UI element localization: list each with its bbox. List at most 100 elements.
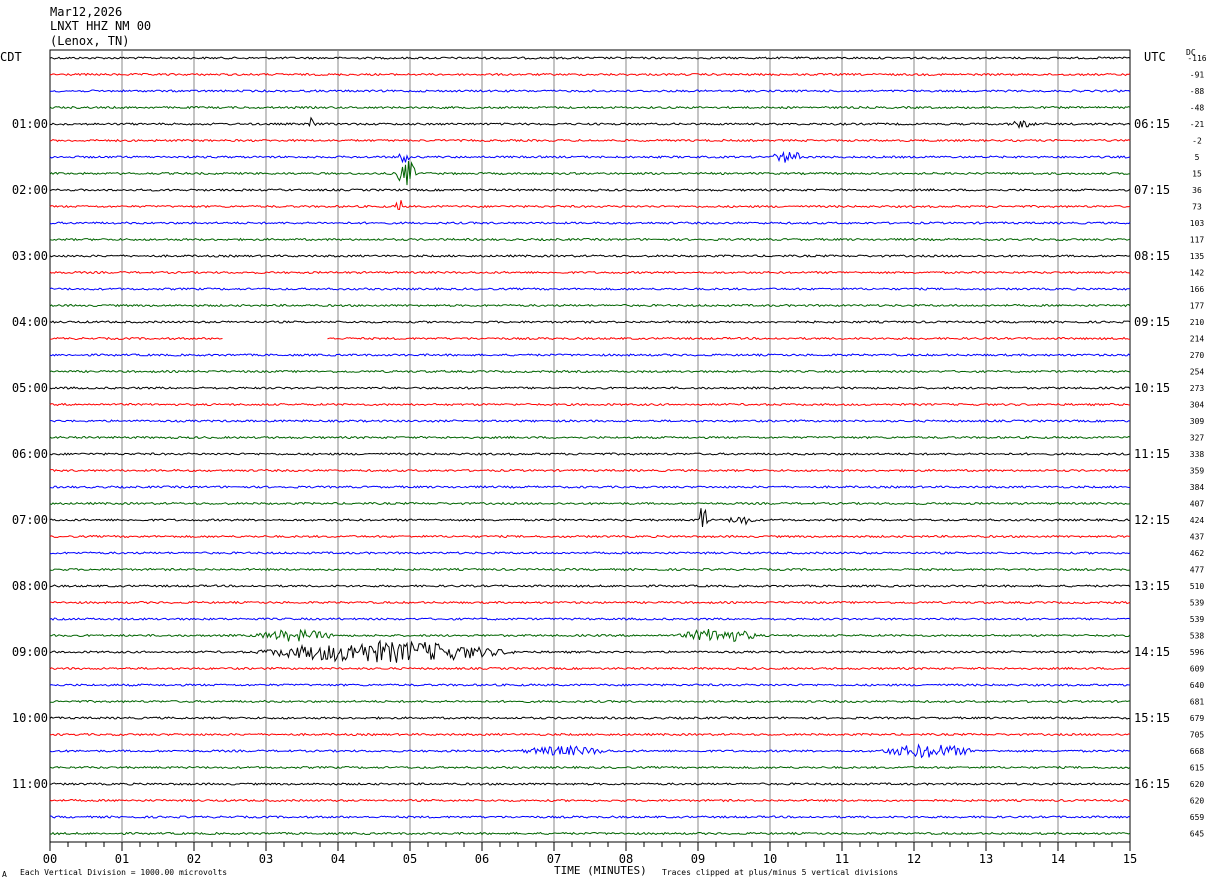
trace-row (49, 782, 1131, 786)
trace-row (49, 551, 1131, 555)
dc-offset-label: -48 (1190, 104, 1205, 113)
dc-offset-label: 645 (1190, 830, 1205, 839)
cdt-hour-label: 06:00 (12, 447, 48, 461)
dc-offset-label: 359 (1190, 467, 1205, 476)
x-tick-label: 10 (763, 852, 777, 866)
trace-row (49, 716, 1131, 720)
dc-offset-label: 214 (1190, 335, 1205, 344)
dc-offset-label: 117 (1190, 236, 1205, 245)
trace-row (49, 831, 1131, 836)
cdt-hour-label: 02:00 (12, 183, 48, 197)
cdt-hour-label: 03:00 (12, 249, 48, 263)
utc-hour-label: 09:15 (1134, 315, 1170, 329)
trace-row (49, 116, 1131, 130)
trace-row (49, 617, 1131, 621)
helicorder-plot: 00 01 02 03 04 05 06 07 08 09 10 11 12 13 14 15-116-91-… (12, 49, 1207, 866)
dc-offset-label: 462 (1190, 549, 1205, 558)
dc-offset-label: 254 (1190, 368, 1205, 377)
scale-note: Each Vertical Division = 1000.00 microvo… (20, 868, 228, 877)
cdt-hour-label: 04:00 (12, 315, 48, 329)
trace-row (49, 798, 1131, 803)
corner-mark: A (2, 870, 7, 879)
dc-offset-label: 640 (1190, 681, 1205, 690)
cdt-hour-label: 01:00 (12, 117, 48, 131)
trace-row (49, 237, 1131, 242)
x-tick-label: 14 (1051, 852, 1065, 866)
dc-offset-label: -88 (1190, 87, 1205, 96)
trace-row (49, 336, 1131, 341)
trace-row (49, 600, 1131, 605)
dc-offset-label: 679 (1190, 714, 1205, 723)
x-tick-label: 05 (403, 852, 417, 866)
utc-hour-label: 07:15 (1134, 183, 1170, 197)
trace-row (49, 138, 1131, 143)
trace-row (49, 452, 1131, 456)
x-tick-label: 03 (259, 852, 273, 866)
dc-offset-label: 668 (1190, 747, 1205, 756)
trace-row (50, 468, 1131, 473)
dc-offset-label: 705 (1190, 731, 1205, 740)
dc-offset-label: 103 (1190, 219, 1205, 228)
trace-row (49, 303, 1131, 308)
trace-row (49, 56, 1131, 60)
dc-offset-label: 73 (1192, 203, 1202, 212)
dc-offset-label: 36 (1192, 186, 1202, 195)
trace-row (49, 270, 1131, 275)
trace-row (49, 765, 1131, 770)
dc-offset-label: 273 (1190, 384, 1205, 393)
trace-row (49, 567, 1131, 572)
trace-row (49, 105, 1131, 110)
trace-row (49, 254, 1131, 258)
trace-row (49, 628, 1131, 643)
cdt-hour-label: 08:00 (12, 579, 48, 593)
utc-hour-label: 14:15 (1134, 645, 1170, 659)
dc-offset-label: 15 (1192, 170, 1202, 179)
dc-offset-label: 384 (1190, 483, 1205, 492)
trace-row (50, 732, 1131, 737)
trace-row (49, 666, 1131, 671)
dc-offset-label: 177 (1190, 302, 1205, 311)
dc-offset-label: 596 (1190, 648, 1205, 657)
dc-offset-label: 510 (1190, 582, 1205, 591)
utc-hour-label: 12:15 (1134, 513, 1170, 527)
dc-offset-label: -91 (1190, 71, 1205, 80)
dc-offset-label: -116 (1187, 54, 1206, 63)
dc-offset-label: 609 (1190, 665, 1205, 674)
x-tick-label: 13 (979, 852, 993, 866)
dc-offset-label: 620 (1190, 780, 1205, 789)
cdt-hour-label: 07:00 (12, 513, 48, 527)
trace-row (49, 639, 1131, 663)
dc-offset-label: 210 (1190, 318, 1205, 327)
clip-note: Traces clipped at plus/minus 5 vertical … (662, 868, 899, 877)
x-tick-label: 00 (43, 852, 57, 866)
dc-offset-label: 270 (1190, 351, 1205, 360)
trace-row (49, 386, 1131, 390)
dc-offset-label: 338 (1190, 450, 1205, 459)
x-tick-label: 04 (331, 852, 345, 866)
trace-row (49, 150, 1131, 164)
x-axis-title: TIME (MINUTES) (554, 864, 647, 877)
trace-row (49, 485, 1131, 489)
trace-row (49, 221, 1131, 225)
cdt-hour-label: 11:00 (12, 777, 48, 791)
trace-row (49, 320, 1131, 324)
dc-offset-label: 538 (1190, 632, 1205, 641)
dc-offset-label: 615 (1190, 764, 1205, 773)
trace-row (49, 369, 1131, 374)
dc-offset-label: 309 (1190, 417, 1205, 426)
dc-offset-label: 5 (1195, 153, 1200, 162)
dc-offset-label: 681 (1190, 698, 1205, 707)
trace-row (49, 72, 1131, 77)
trace-row (49, 815, 1131, 819)
dc-offset-label: 304 (1190, 401, 1205, 410)
trace-row (49, 508, 1131, 527)
dc-offset-label: -2 (1192, 137, 1202, 146)
cdt-hour-label: 05:00 (12, 381, 48, 395)
utc-hour-label: 11:15 (1134, 447, 1170, 461)
x-tick-label: 15 (1123, 852, 1137, 866)
trace-row (49, 287, 1131, 291)
trace-row (49, 683, 1131, 687)
trace-row (49, 584, 1131, 588)
plot-frame (49, 49, 1131, 843)
dc-offset-label: 539 (1190, 599, 1205, 608)
